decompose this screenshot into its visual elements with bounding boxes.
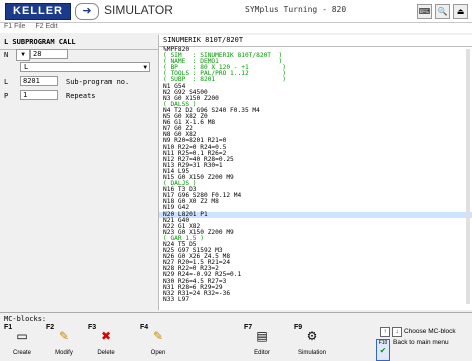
modify-label: Modify (55, 350, 73, 356)
menu-file[interactable]: F1 File (4, 23, 25, 30)
keyboard-icon[interactable]: ⌨ (417, 4, 432, 19)
n-label: N (4, 51, 9, 59)
arrow-down-icon[interactable]: ↓ (392, 327, 402, 337)
p-row: P 1 Repeats (0, 90, 158, 101)
simulation-label: Simulation (297, 350, 326, 356)
l-unit: Sub-program no. (66, 78, 130, 86)
p-label: P (4, 92, 9, 100)
editor-scrollbar[interactable] (466, 49, 470, 304)
checkmark-icon: ✔ (379, 346, 387, 355)
choose-label: Choose MC-block (404, 328, 456, 335)
n-row: N ▼ 28 (0, 49, 158, 61)
f9-key: F9 (294, 324, 303, 331)
simulation-icon: ⚙ (306, 329, 318, 343)
create-button[interactable]: F1 ▭ Create (2, 324, 42, 358)
softkey-title: MC-blocks: (4, 315, 47, 323)
l-field[interactable]: 8201 (20, 76, 58, 86)
l-select-value: L (24, 63, 29, 71)
f7-key: F7 (244, 324, 253, 331)
simulator-label: SIMULATOR (104, 3, 173, 17)
modify-button[interactable]: F2 ✎ Modify (44, 324, 84, 358)
open-label: Open (150, 350, 166, 356)
p-unit: Repeats (66, 92, 96, 100)
create-icon: ▭ (16, 329, 28, 343)
n-dropdown[interactable]: ▼ (16, 49, 30, 61)
editor-lines[interactable]: %MPF820( SIM : SINUMERIK 810T/820T )( NA… (159, 46, 472, 303)
back-label: Back to main menu (393, 339, 449, 346)
editor-icon: ▤ (256, 329, 268, 343)
subprogram-panel: L SUBPROGRAM CALL N ▼ 28 L ▼ L 8201 Sub-… (0, 35, 159, 310)
editor-title: SINUMERIK 810T/820T (159, 35, 472, 47)
delete-button[interactable]: F3 ✖ Delete (86, 324, 126, 358)
keller-logo: KELLER (5, 3, 71, 20)
delete-icon: ✖ (100, 329, 112, 343)
panel-title: L SUBPROGRAM CALL (0, 35, 158, 50)
chevron-down-icon: ▼ (143, 64, 147, 71)
f2-key: F2 (46, 324, 55, 331)
zoom-icon[interactable]: 🔍 (435, 4, 450, 19)
toolbar-icons: ⌨ 🔍 ⏏ (417, 4, 468, 19)
pencil-icon: ✎ (58, 329, 70, 343)
program-editor[interactable]: SINUMERIK 810T/820T %MPF820( SIM : SINUM… (159, 35, 472, 310)
softkey-bar: MC-blocks: F1 ▭ Create F2 ✎ Modify F3 ✖ … (0, 312, 472, 361)
n-field[interactable]: 28 (30, 49, 68, 59)
editor-button[interactable]: F7 ▤ Editor (242, 324, 282, 358)
create-label: Create (12, 350, 31, 356)
l-label: L (4, 78, 9, 86)
simulator-arrow-icon: ➜ (75, 3, 99, 20)
f1-key: F1 (4, 324, 13, 331)
open-button[interactable]: F4 ✎ Open (138, 324, 178, 358)
menu-bar: F1 File F2 Edit (0, 23, 472, 33)
program-line[interactable]: N33 L97 (159, 296, 472, 303)
l-select[interactable]: L ▼ (20, 62, 150, 72)
open-icon: ✎ (152, 329, 164, 343)
f4-key: F4 (140, 324, 149, 331)
editor-label: Editor (254, 350, 270, 356)
arrow-up-icon[interactable]: ↑ (380, 327, 390, 337)
l-row: L 8201 Sub-program no. (0, 76, 158, 87)
app-title: SYMplus Turning - 820 (245, 5, 347, 14)
navigation-group: ↑ ↓ Choose MC-block F10 ✔Back to main menu (376, 327, 470, 361)
delete-label: Delete (97, 350, 115, 356)
menu-edit[interactable]: F2 Edit (35, 23, 57, 30)
title-bar: KELLER ➜ SIMULATOR SYMplus Turning - 820… (0, 0, 472, 23)
f3-key: F3 (88, 324, 97, 331)
exit-icon[interactable]: ⏏ (453, 4, 468, 19)
p-field[interactable]: 1 (20, 90, 58, 100)
simulation-button[interactable]: F9 ⚙ Simulation (292, 324, 332, 358)
choose-row[interactable]: ↑ ↓ Choose MC-block (380, 327, 456, 337)
